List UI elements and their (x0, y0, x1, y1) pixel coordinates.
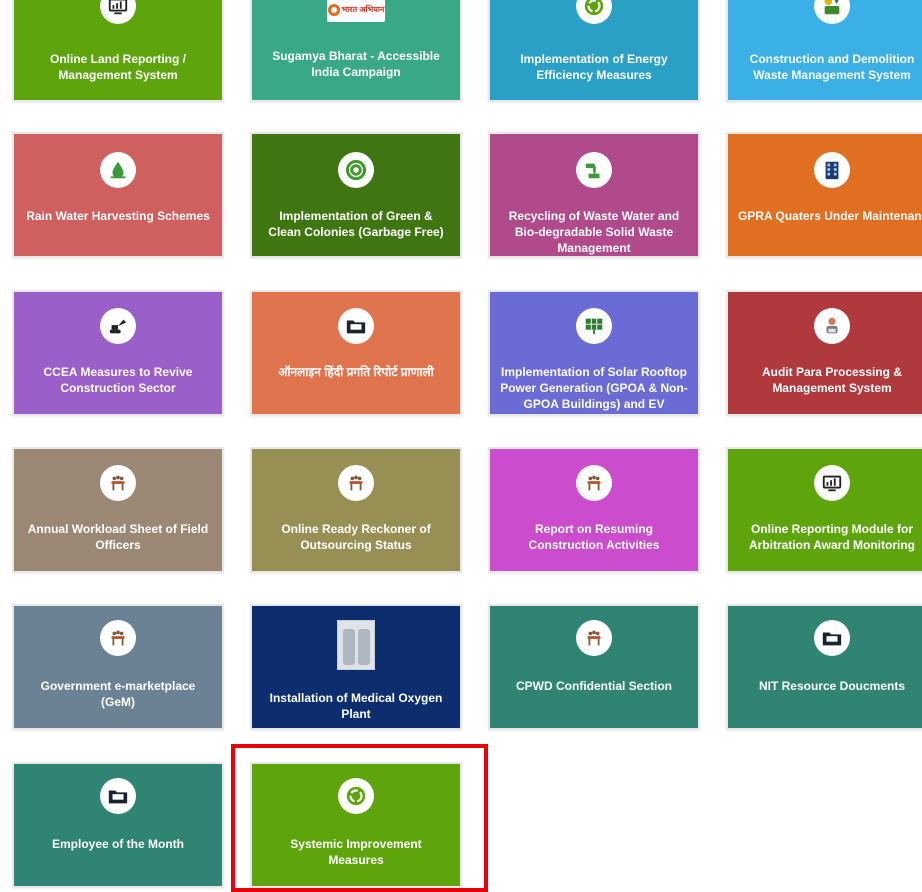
dashboard-tile[interactable]: Construction and Demolition Waste Manage… (726, 0, 922, 102)
tile-label: Online Reporting Module for Arbitration … (749, 522, 915, 552)
auditor-icon (814, 308, 850, 344)
tile-label: Government e-marketplace (GeM) (40, 679, 196, 709)
logo-text: भारत अभियान (341, 5, 385, 14)
tile-label: Employee of the Month (52, 837, 184, 851)
dashboard-tile-grid: Online Land Reporting / Management Syste… (0, 0, 922, 892)
monitor-chart-icon (100, 0, 136, 24)
dashboard-tile[interactable]: Employee of the Month (12, 762, 224, 888)
excavator-icon (100, 308, 136, 344)
tile-label: Audit Para Processing & Management Syste… (761, 365, 903, 395)
tile-label: Systemic Improvement Measures (290, 837, 422, 867)
dashboard-tile[interactable]: Online Land Reporting / Management Syste… (12, 0, 224, 102)
dashboard-tile[interactable]: CPWD Confidential Section (488, 604, 700, 730)
tile-label: Report on Resuming Construction Activiti… (528, 522, 660, 552)
meeting-icon (338, 465, 374, 501)
tile-label: Online Land Reporting / Management Syste… (50, 52, 186, 82)
tile-label: Implementation of Green & Clean Colonies… (268, 209, 444, 239)
folder-icon (100, 778, 136, 814)
tile-label: GPRA Quaters Under Maintenance (738, 209, 922, 223)
dashboard-tile[interactable]: Implementation of Energy Efficiency Meas… (488, 0, 700, 102)
tile-label: Construction and Demolition Waste Manage… (749, 52, 915, 82)
dashboard-tile[interactable]: Recycling of Waste Water and Bio-degrada… (488, 132, 700, 258)
tile-label: CPWD Confidential Section (516, 679, 672, 693)
dashboard-tile[interactable]: Audit Para Processing & Management Syste… (726, 290, 922, 416)
dashboard-tile[interactable]: NIT Resource Doucments (726, 604, 922, 730)
folder-icon (338, 308, 374, 344)
oxygen-plant-photo (337, 620, 375, 670)
dashboard-tile[interactable]: GPRA Quaters Under Maintenance (726, 132, 922, 258)
tile-label: Annual Workload Sheet of Field Officers (27, 522, 209, 552)
dashboard-tile[interactable]: Government e-marketplace (GeM) (12, 604, 224, 730)
building-icon (814, 152, 850, 188)
solar-panel-icon (576, 308, 612, 344)
dashboard-tile[interactable]: ऑनलाइन हिंदी प्रगति रिपोर्ट प्राणाली (250, 290, 462, 416)
dashboard-tile[interactable]: Implementation of Solar Rooftop Power Ge… (488, 290, 700, 416)
tile-label: Rain Water Harvesting Schemes (26, 209, 210, 223)
dashboard-tile[interactable]: भारत अभियान Sugamya Bharat - Accessible I… (250, 0, 462, 102)
tile-label: ऑनलाइन हिंदी प्रगति रिपोर्ट प्राणाली (278, 365, 434, 379)
green-globe-icon (338, 152, 374, 188)
dashboard-tile[interactable]: Implementation of Green & Clean Colonies… (250, 132, 462, 258)
meeting-icon (576, 620, 612, 656)
monitor-chart-icon (814, 465, 850, 501)
dashboard-tile[interactable]: Report on Resuming Construction Activiti… (488, 447, 700, 573)
tile-label: Implementation of Solar Rooftop Power Ge… (500, 365, 688, 414)
tile-label: NIT Resource Doucments (758, 679, 906, 693)
dashboard-tile[interactable]: Annual Workload Sheet of Field Officers (12, 447, 224, 573)
tile-label: Implementation of Energy Efficiency Meas… (520, 52, 668, 82)
dashboard-tile[interactable]: Systemic Improvement Measures (250, 762, 462, 888)
dashboard-tile[interactable]: Online Reporting Module for Arbitration … (726, 447, 922, 573)
tile-label: Recycling of Waste Water and Bio-degrada… (508, 209, 680, 255)
dashboard-tile[interactable]: Installation of Medical Oxygen Plant (250, 604, 462, 730)
dashboard-tile[interactable]: Online Ready Reckoner of Outsourcing Sta… (250, 447, 462, 573)
folder-icon (814, 620, 850, 656)
meeting-icon (100, 620, 136, 656)
meeting-icon (100, 465, 136, 501)
recycle-icon (576, 0, 612, 24)
meeting-icon (576, 465, 612, 501)
water-tap-icon (576, 152, 612, 188)
dashboard-tile[interactable]: Rain Water Harvesting Schemes (12, 132, 224, 258)
water-drop-icon (100, 152, 136, 188)
dashboard-tile[interactable]: CCEA Measures to Revive Construction Sec… (12, 290, 224, 416)
recycle-icon (338, 778, 374, 814)
tile-label: Sugamya Bharat - Accessible India Campai… (272, 49, 440, 79)
tile-label: CCEA Measures to Revive Construction Sec… (43, 365, 193, 395)
tile-label: Online Ready Reckoner of Outsourcing Sta… (281, 522, 431, 552)
tile-label: Installation of Medical Oxygen Plant (269, 691, 443, 721)
accessible-india-logo: भारत अभियान (327, 0, 385, 22)
hazard-waste-icon (814, 0, 850, 24)
